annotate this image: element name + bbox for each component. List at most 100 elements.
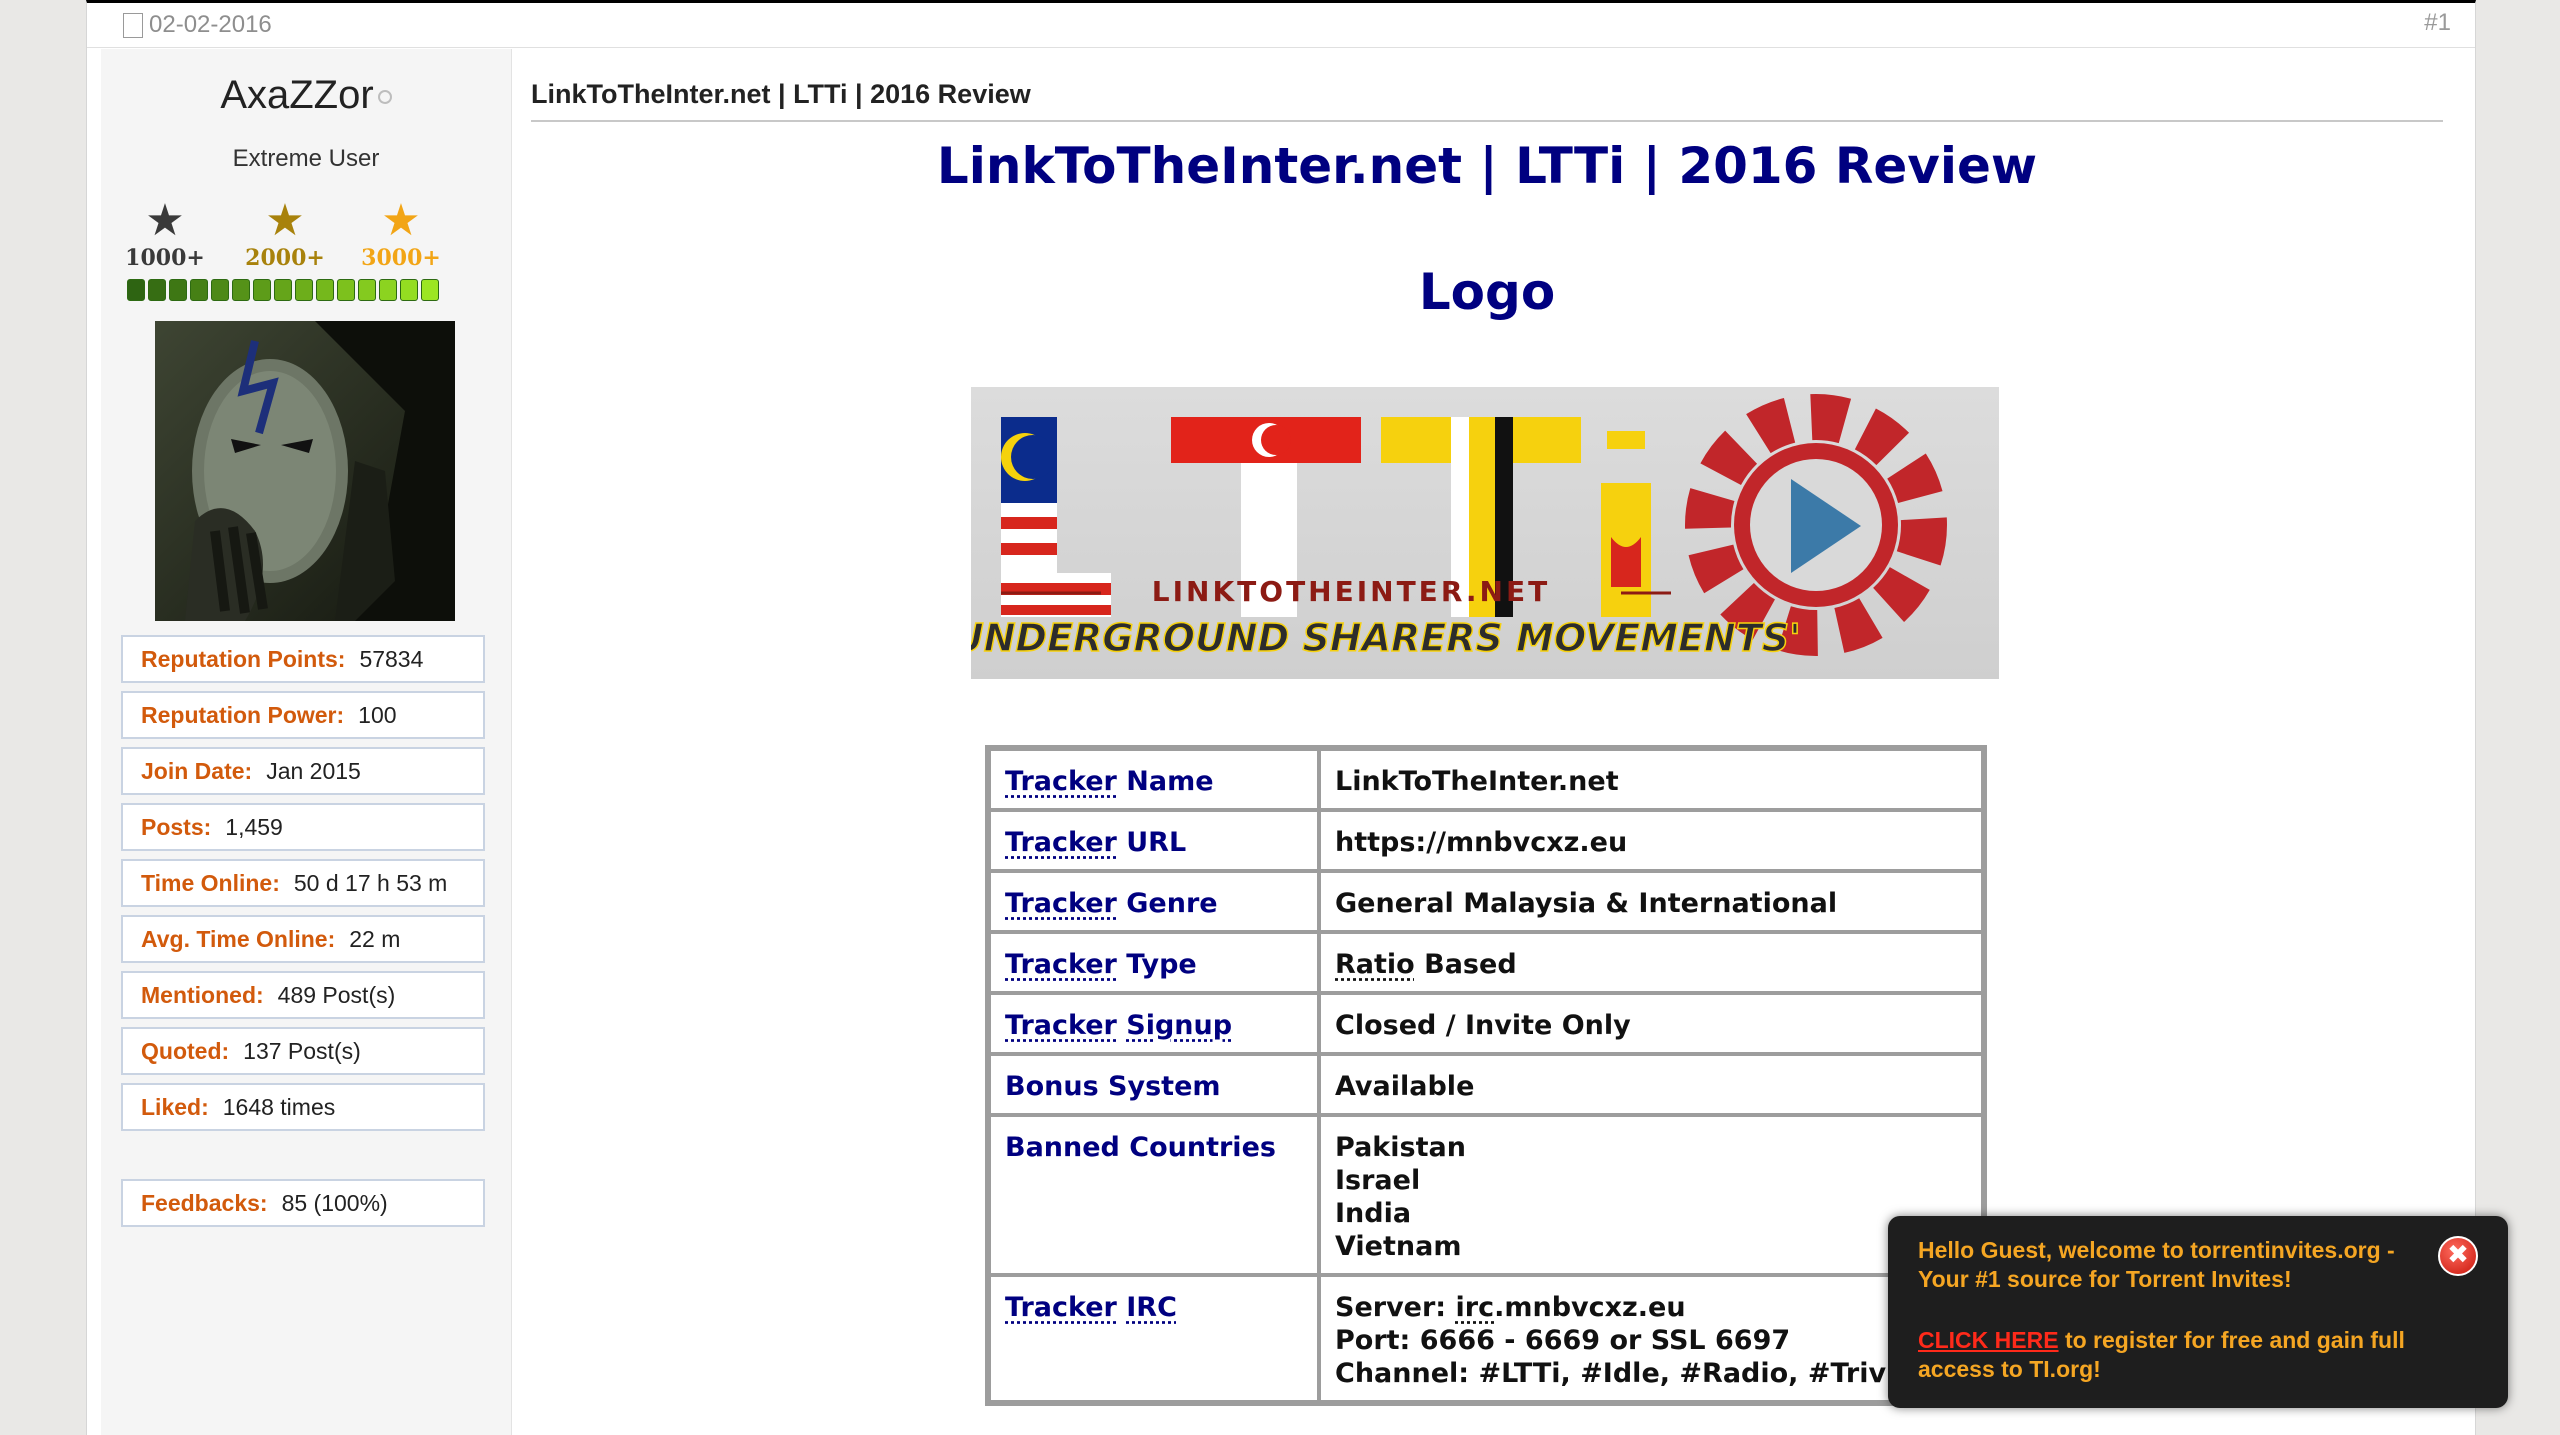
stat-label: Reputation Power: (141, 702, 344, 728)
table-row: Tracker Signup Closed / Invite Only (989, 993, 1983, 1054)
star-gold-icon: ★ (351, 197, 451, 245)
stat-reputation-points: Reputation Points: 57834 (121, 635, 485, 683)
row-label-tracker-irc: Tracker IRC (989, 1275, 1319, 1402)
row-value-banned-countries: Pakistan Israel India Vietnam (1319, 1115, 1983, 1275)
reputation-pip (253, 279, 271, 301)
banned-country: India (1335, 1197, 1967, 1230)
reputation-pip (211, 279, 229, 301)
stat-label: Join Date: (141, 758, 252, 784)
label-rest: Name (1117, 766, 1214, 797)
banned-country: Vietnam (1335, 1230, 1967, 1263)
post-date-wrap: 02-02-2016 (123, 11, 272, 39)
irc-keyword-link[interactable]: irc (1456, 1292, 1495, 1323)
tracker-keyword-link[interactable]: Tracker (1005, 888, 1117, 919)
stat-label: Avg. Time Online: (141, 926, 335, 952)
row-value-tracker-url: https://mnbvcxz.eu (1319, 810, 1983, 871)
reputation-bar (127, 279, 439, 301)
post-number-link[interactable]: #1 (2424, 9, 2451, 37)
stat-quoted: Quoted: 137 Post(s) (121, 1027, 485, 1075)
gear-play-icon (1708, 417, 1924, 633)
post-title: LinkToTheInter.net | LTTi | 2016 Review (531, 79, 2443, 122)
row-label-tracker-signup: Tracker Signup (989, 993, 1319, 1054)
ltti-logo-banner: LINKTOTHEINTER.NET 'UNDERGROUND SHARERS … (971, 387, 1999, 679)
reputation-pip (358, 279, 376, 301)
stat-label: Posts: (141, 814, 211, 840)
popup-cta: CLICK HERE to register for free and gain… (1918, 1326, 2478, 1384)
tracker-keyword-link[interactable]: Tracker (1005, 1010, 1117, 1041)
stat-avg-time-online: Avg. Time Online: 22 m (121, 915, 485, 963)
tracker-keyword-link[interactable]: Tracker (1005, 766, 1117, 797)
tracker-keyword-link[interactable]: Tracker (1005, 949, 1117, 980)
table-row: Tracker IRC Server: irc.mnbvcxz.eu Port:… (989, 1275, 1983, 1402)
row-label-bonus-system: Bonus System (989, 1054, 1319, 1115)
reputation-pip (379, 279, 397, 301)
tracker-keyword-link[interactable]: Tracker (1005, 1292, 1117, 1323)
row-value-tracker-irc: Server: irc.mnbvcxz.eu Port: 6666 - 6669… (1319, 1275, 1983, 1402)
reputation-pip (127, 279, 145, 301)
badge-label: 3000+ (351, 245, 451, 271)
post-header: 02-02-2016 #1 (87, 3, 2475, 48)
stat-reputation-power: Reputation Power: 100 (121, 691, 485, 739)
letter-l-malaysia-flag (1001, 417, 1111, 617)
irc-server-label: Server: (1335, 1292, 1456, 1323)
row-value-bonus-system: Available (1319, 1054, 1983, 1115)
stat-value: 1648 times (223, 1094, 336, 1120)
stat-label: Mentioned: (141, 982, 264, 1008)
signup-keyword-link[interactable]: Signup (1126, 1010, 1232, 1041)
row-label-tracker-name: Tracker Name (989, 749, 1319, 810)
row-value-tracker-genre: General Malaysia & International (1319, 871, 1983, 932)
logo-site-text: LINKTOTHEINTER.NET (1152, 575, 1550, 608)
row-value-tracker-signup: Closed / Invite Only (1319, 993, 1983, 1054)
stat-time-online: Time Online: 50 d 17 h 53 m (121, 859, 485, 907)
label-rest: Genre (1117, 888, 1218, 919)
stat-join-date: Join Date: Jan 2015 (121, 747, 485, 795)
stat-label: Feedbacks: (141, 1190, 268, 1216)
banned-country: Pakistan (1335, 1131, 1967, 1164)
stat-mentioned: Mentioned: 489 Post(s) (121, 971, 485, 1019)
tracker-keyword-link[interactable]: Tracker (1005, 827, 1117, 858)
reputation-pip (232, 279, 250, 301)
reputation-pip (148, 279, 166, 301)
table-row: Tracker Name LinkToTheInter.net (989, 749, 1983, 810)
avatar[interactable] (155, 321, 455, 621)
reputation-pip (169, 279, 187, 301)
stat-value: 50 d 17 h 53 m (294, 870, 447, 896)
banned-country: Israel (1335, 1164, 1967, 1197)
badge-2000: ★ 2000+ (235, 197, 335, 271)
irc-port: Port: 6666 - 6669 or SSL 6697 (1335, 1324, 1967, 1357)
stat-value: 85 (100%) (282, 1190, 388, 1216)
star-dark-icon: ★ (115, 197, 215, 245)
username[interactable]: AxaZZor (220, 73, 373, 117)
irc-keyword-link[interactable]: IRC (1126, 1292, 1177, 1323)
table-row: Bonus System Available (989, 1054, 1983, 1115)
stat-value: Jan 2015 (266, 758, 361, 784)
value-rest: Based (1415, 949, 1517, 980)
ratio-keyword-link[interactable]: Ratio (1335, 949, 1415, 980)
logo-heading: Logo (531, 263, 2443, 321)
stat-feedbacks[interactable]: Feedbacks: 85 (100%) (121, 1179, 485, 1227)
offline-status-icon (378, 90, 392, 104)
stat-liked: Liked: 1648 times (121, 1083, 485, 1131)
reputation-pip (337, 279, 355, 301)
guest-welcome-popup: Hello Guest, welcome to torrentinvites.o… (1888, 1216, 2508, 1408)
popup-message: Hello Guest, welcome to torrentinvites.o… (1918, 1236, 2418, 1294)
badge-label: 2000+ (235, 245, 335, 271)
register-link[interactable]: CLICK HERE (1918, 1327, 2059, 1353)
document-icon (123, 13, 143, 38)
badge-label: 1000+ (115, 245, 215, 271)
reputation-pip (400, 279, 418, 301)
user-title: Extreme User (101, 145, 511, 173)
reputation-pip (295, 279, 313, 301)
close-icon[interactable]: ✖ (2438, 1236, 2478, 1276)
row-value-tracker-name: LinkToTheInter.net (1319, 749, 1983, 810)
badge-3000: ★ 3000+ (351, 197, 451, 271)
table-row: Tracker URL https://mnbvcxz.eu (989, 810, 1983, 871)
table-row: Banned Countries Pakistan Israel India V… (989, 1115, 1983, 1275)
badge-1000: ★ 1000+ (115, 197, 215, 271)
post-date: 02-02-2016 (149, 11, 272, 39)
stat-label: Time Online: (141, 870, 280, 896)
star-bronze-icon: ★ (235, 197, 335, 245)
row-value-tracker-type: Ratio Based (1319, 932, 1983, 993)
row-label-tracker-genre: Tracker Genre (989, 871, 1319, 932)
reputation-pip (190, 279, 208, 301)
